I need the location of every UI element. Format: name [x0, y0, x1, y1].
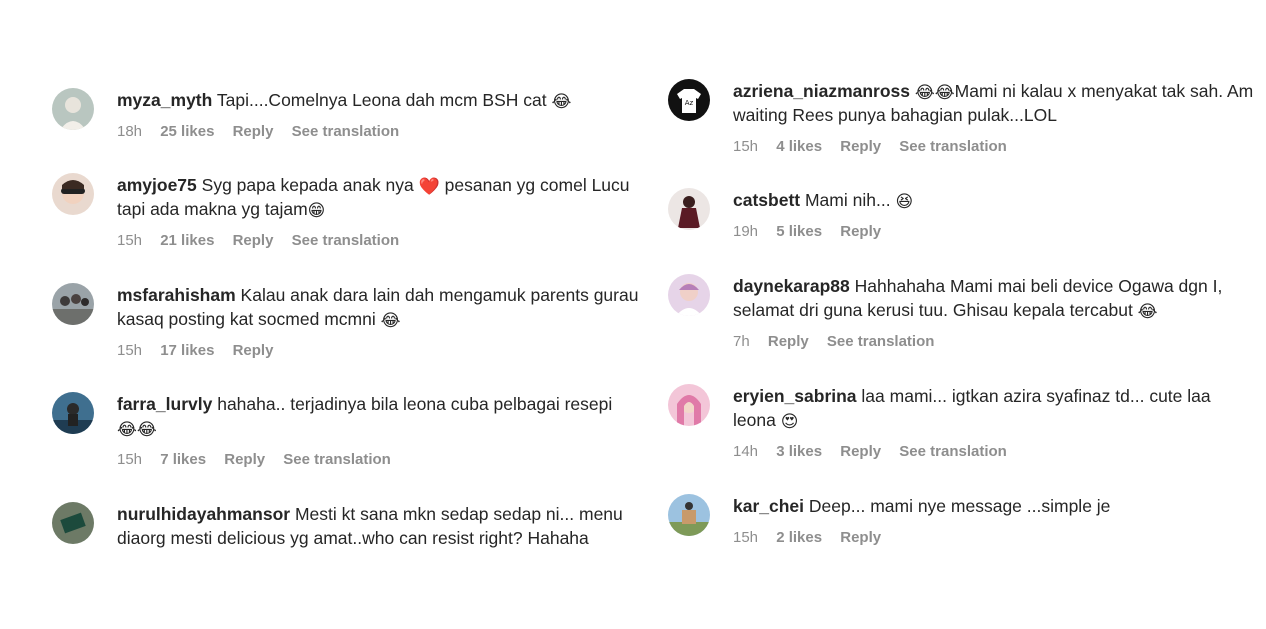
reply-button[interactable]: Reply [768, 333, 809, 350]
comment-username[interactable]: msfarahisham [117, 285, 236, 305]
comment-username[interactable]: daynekarap88 [733, 276, 850, 296]
comment-username[interactable]: farra_lurvly [117, 394, 212, 414]
reply-button[interactable]: Reply [233, 123, 274, 140]
comment-username[interactable]: catsbett [733, 190, 800, 210]
comment-time: 7h [733, 333, 750, 350]
likes-count[interactable]: 3 likes [776, 443, 822, 460]
see-translation-link[interactable]: See translation [283, 451, 391, 468]
comment-text: eryien_sabrina laa mami... igtkan azira … [733, 384, 1258, 432]
comment-meta: 15h 7 likes Reply See translation [117, 451, 642, 468]
comment-time: 15h [117, 232, 143, 249]
avatar[interactable] [52, 502, 94, 544]
comment-time: 15h [733, 138, 759, 155]
comment-time: 15h [117, 451, 143, 468]
laughing-tears-emoji-icon: 😂 [551, 92, 572, 111]
reply-button[interactable]: Reply [224, 451, 265, 468]
reply-button[interactable]: Reply [840, 223, 881, 240]
avatar[interactable] [52, 173, 94, 215]
comment-time: 14h [733, 443, 759, 460]
laughing-squint-emoji-icon: 😆 [895, 192, 914, 211]
reply-button[interactable]: Reply [233, 232, 274, 249]
comment-body: Deep... mami nye message ...simple je [808, 496, 1111, 516]
likes-count[interactable]: 25 likes [160, 123, 214, 140]
scroll-clip-mask [52, 556, 652, 629]
comment-time: 15h [733, 529, 759, 546]
see-translation-link[interactable]: See translation [292, 123, 400, 140]
comment-meta: 7h Reply See translation [733, 333, 1258, 350]
comment-text: daynekarap88 Hahhahaha Mami mai beli dev… [733, 274, 1258, 322]
comment-username[interactable]: nurulhidayahmansor [117, 504, 290, 524]
comment-meta: 15h 21 likes Reply See translation [117, 232, 642, 249]
comment-time: 19h [733, 223, 759, 240]
comment-username[interactable]: azriena_niazmanross [733, 81, 910, 101]
comment-username[interactable]: eryien_sabrina [733, 386, 857, 406]
laughing-tears-emoji-icon: 😂😂 [914, 83, 955, 102]
likes-count[interactable]: 4 likes [776, 138, 822, 155]
comment-text: catsbett Mami nih... 😆 [733, 188, 1258, 212]
comment-text: amyjoe75 Syg papa kepada anak nya ❤️ pes… [117, 173, 642, 221]
comment-body: Syg papa kepada anak nya [201, 175, 419, 195]
see-translation-link[interactable]: See translation [827, 333, 935, 350]
likes-count[interactable]: 2 likes [776, 529, 822, 546]
reply-button[interactable]: Reply [840, 138, 881, 155]
laughing-tears-emoji-icon: 😂 [1137, 302, 1158, 321]
see-translation-link[interactable]: See translation [292, 232, 400, 249]
comment-time: 18h [117, 123, 143, 140]
avatar[interactable] [52, 88, 94, 130]
reply-button[interactable]: Reply [840, 529, 881, 546]
reply-button[interactable]: Reply [840, 443, 881, 460]
comment-text: farra_lurvly hahaha.. terjadinya bila le… [117, 392, 642, 440]
likes-count[interactable]: 17 likes [160, 342, 214, 359]
avatar[interactable] [668, 494, 710, 536]
comment-username[interactable]: amyjoe75 [117, 175, 197, 195]
avatar[interactable] [668, 274, 710, 316]
reply-button[interactable]: Reply [233, 342, 274, 359]
comment-text: msfarahisham Kalau anak dara lain dah me… [117, 283, 642, 331]
comment-time: 15h [117, 342, 143, 359]
comment-username[interactable]: myza_myth [117, 90, 212, 110]
comment-body: Tapi....Comelnya Leona dah mcm BSH cat [216, 90, 552, 110]
comment-body: hahaha.. terjadinya bila leona cuba pelb… [217, 394, 613, 414]
avatar[interactable] [668, 384, 710, 426]
comment-text: azriena_niazmanross 😂😂Mami ni kalau x me… [733, 79, 1258, 127]
avatar[interactable] [668, 188, 710, 230]
heart-eyes-emoji-icon: 😍 [780, 412, 799, 431]
avatar[interactable] [52, 283, 94, 325]
likes-count[interactable]: 7 likes [160, 451, 206, 468]
comment-text: kar_chei Deep... mami nye message ...sim… [733, 494, 1258, 518]
comment-meta: 15h 17 likes Reply [117, 342, 642, 359]
see-translation-link[interactable]: See translation [899, 138, 1007, 155]
laughing-tears-emoji-icon: 😂 [380, 311, 401, 330]
red-heart-emoji-icon: ❤️ [418, 177, 440, 196]
avatar[interactable]: Az [668, 79, 710, 121]
comment-meta: 15h 2 likes Reply [733, 529, 1258, 546]
likes-count[interactable]: 5 likes [776, 223, 822, 240]
comment-meta: 19h 5 likes Reply [733, 223, 1258, 240]
avatar[interactable] [52, 392, 94, 434]
svg-text:Az: Az [685, 99, 694, 107]
see-translation-link[interactable]: See translation [899, 443, 1007, 460]
comment-text: nurulhidayahmansor Mesti kt sana mkn sed… [117, 502, 642, 550]
laughing-tears-emoji-icon: 😂😂 [117, 420, 157, 439]
comment-body: Mami nih... [804, 190, 896, 210]
grinning-emoji-icon: 😁 [307, 201, 326, 220]
comment-meta: 18h 25 likes Reply See translation [117, 123, 642, 140]
comment-username[interactable]: kar_chei [733, 496, 804, 516]
comment-meta: 14h 3 likes Reply See translation [733, 443, 1258, 460]
comment-text: myza_myth Tapi....Comelnya Leona dah mcm… [117, 88, 642, 112]
likes-count[interactable]: 21 likes [160, 232, 214, 249]
comment-meta: 15h 4 likes Reply See translation [733, 138, 1258, 155]
